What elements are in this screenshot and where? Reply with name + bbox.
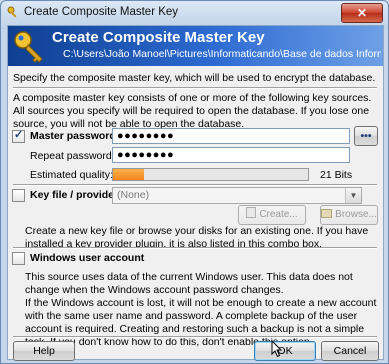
- quality-bits: 21 Bits: [320, 169, 353, 181]
- repeat-password-label: Repeat password:: [30, 150, 115, 162]
- separator: [13, 247, 377, 249]
- dialog-client: Create Composite Master Key C:\Users\Joã…: [7, 25, 384, 361]
- windows-account-checkbox[interactable]: [12, 252, 25, 265]
- separator: [13, 336, 377, 338]
- master-password-checkbox[interactable]: ✓: [12, 129, 25, 143]
- folder-icon: [321, 209, 333, 218]
- separator: [13, 87, 377, 89]
- create-label: Create...: [259, 209, 298, 220]
- key-file-selected: (None): [117, 189, 150, 201]
- key-icon: [7, 6, 17, 18]
- quality-fill: [113, 169, 145, 180]
- mouse-cursor-icon: [271, 340, 283, 358]
- ok-button[interactable]: OK: [254, 341, 316, 361]
- banner-title: Create Composite Master Key: [52, 29, 265, 46]
- windows-account-help-1: This source uses data of the current Win…: [25, 271, 353, 296]
- new-file-icon: [246, 207, 257, 218]
- key-file-label: Key file / provider:: [30, 189, 122, 201]
- description-text: A composite master key consists of one o…: [13, 92, 372, 130]
- close-button[interactable]: ✕: [341, 3, 383, 23]
- master-password-label: Master password:: [30, 130, 120, 142]
- show-password-button[interactable]: •••: [354, 126, 378, 146]
- title-bar[interactable]: Create Composite Master Key ✕: [1, 1, 388, 25]
- dialog-window: Create Composite Master Key ✕ Create Com…: [0, 0, 389, 364]
- create-key-file-button[interactable]: Create...: [238, 205, 306, 225]
- quality-label: Estimated quality:: [30, 169, 113, 181]
- browse-label: Browse...: [335, 209, 377, 220]
- help-button[interactable]: Help: [13, 341, 75, 361]
- cancel-button[interactable]: Cancel: [321, 341, 379, 361]
- repeat-password-input[interactable]: ●●●●●●●●: [112, 147, 350, 163]
- check-mark-icon: ✓: [14, 129, 24, 141]
- quality-bar: [112, 168, 309, 181]
- key-file-select[interactable]: (None) ▼: [112, 187, 362, 204]
- intro-text: Specify the composite master key, which …: [13, 72, 376, 84]
- separator: [13, 184, 377, 186]
- browse-key-file-button[interactable]: Browse...: [320, 205, 378, 225]
- header-banner: Create Composite Master Key C:\Users\Joã…: [8, 26, 383, 66]
- key-file-checkbox[interactable]: [12, 189, 25, 202]
- database-path: C:\Users\João Manoel\Pictures\Informatic…: [63, 48, 381, 60]
- chevron-down-icon[interactable]: ▼: [345, 188, 361, 203]
- window-title: Create Composite Master Key: [24, 6, 179, 18]
- master-password-input[interactable]: ●●●●●●●●: [112, 128, 350, 144]
- windows-account-label: Windows user account: [30, 252, 145, 264]
- key-banner-icon: [14, 31, 43, 63]
